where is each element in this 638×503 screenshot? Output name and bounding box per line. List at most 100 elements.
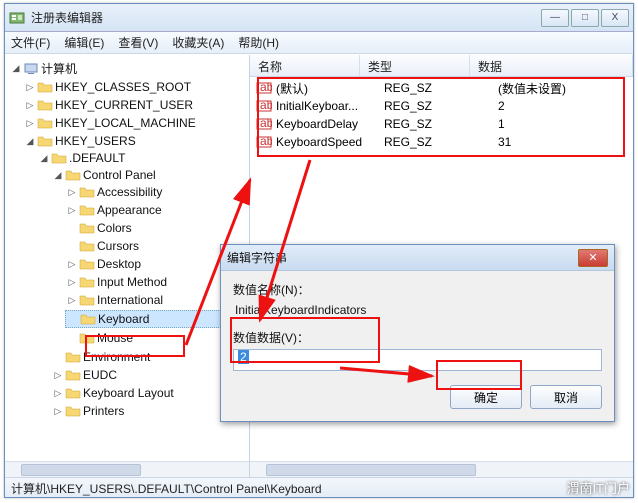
- folder-icon: [79, 221, 95, 235]
- value-data: 1: [498, 117, 627, 131]
- value-data: 31: [498, 135, 627, 149]
- svg-text:ab: ab: [260, 99, 272, 112]
- svg-text:ab: ab: [260, 81, 272, 94]
- tree-accessibility[interactable]: ▷Accessibility: [65, 184, 249, 200]
- menu-edit[interactable]: 编辑(E): [64, 34, 104, 51]
- folder-icon: [79, 331, 95, 345]
- collapse-icon[interactable]: ◢: [53, 170, 63, 180]
- string-value-icon: ab: [256, 135, 272, 149]
- window-title: 注册表编辑器: [31, 9, 541, 26]
- menu-help[interactable]: 帮助(H): [238, 34, 279, 51]
- watermark: 渭南IT门户: [566, 478, 630, 497]
- menu-view[interactable]: 查看(V): [118, 34, 158, 51]
- value-name: KeyboardDelay: [276, 117, 380, 131]
- titlebar[interactable]: 注册表编辑器 — □ X: [5, 4, 633, 32]
- value-data: 2: [498, 99, 627, 113]
- folder-icon: [79, 185, 95, 199]
- folder-icon: [79, 275, 95, 289]
- expand-icon[interactable]: ▷: [53, 370, 63, 380]
- list-hscrollbar[interactable]: [250, 461, 633, 477]
- expand-icon[interactable]: ▷: [67, 205, 77, 215]
- expand-icon[interactable]: ▷: [67, 277, 77, 287]
- tree-hscrollbar[interactable]: [5, 461, 249, 477]
- folder-icon: [65, 386, 81, 400]
- tree-controlpanel[interactable]: ◢Control Panel: [51, 167, 249, 183]
- expand-icon[interactable]: ▷: [53, 388, 63, 398]
- minimize-button[interactable]: —: [541, 9, 569, 27]
- svg-text:ab: ab: [260, 135, 272, 148]
- collapse-icon[interactable]: ◢: [11, 64, 21, 74]
- expand-icon[interactable]: ▷: [25, 118, 35, 128]
- menu-favorites[interactable]: 收藏夹(A): [172, 34, 224, 51]
- dialog-titlebar[interactable]: 编辑字符串 ✕: [221, 245, 614, 271]
- folder-icon: [79, 239, 95, 253]
- value-name: (默认): [276, 80, 380, 97]
- tree-hkcu[interactable]: ▷HKEY_CURRENT_USER: [23, 97, 249, 113]
- expand-icon[interactable]: ▷: [25, 100, 35, 110]
- data-input[interactable]: 2: [233, 349, 602, 371]
- expand-icon[interactable]: ▷: [25, 82, 35, 92]
- expand-icon[interactable]: ▷: [67, 259, 77, 269]
- list-row[interactable]: ab InitialKeyboar... REG_SZ 2: [250, 97, 633, 115]
- cancel-button[interactable]: 取消: [530, 385, 602, 409]
- value-type: REG_SZ: [384, 135, 494, 149]
- list-row[interactable]: ab KeyboardDelay REG_SZ 1: [250, 115, 633, 133]
- value-name: InitialKeyboar...: [276, 99, 380, 113]
- folder-icon: [37, 134, 53, 148]
- menubar: 文件(F) 编辑(E) 查看(V) 收藏夹(A) 帮助(H): [5, 32, 633, 54]
- expand-icon[interactable]: ▷: [53, 406, 63, 416]
- folder-icon: [80, 312, 96, 326]
- folder-icon: [79, 203, 95, 217]
- tree-pane: ◢ 计算机 ▷HKEY_CLASSES_ROOT ▷HKEY_CURRENT_U…: [5, 55, 250, 477]
- tree-hkcr[interactable]: ▷HKEY_CLASSES_ROOT: [23, 79, 249, 95]
- close-button[interactable]: X: [601, 9, 629, 27]
- expand-icon[interactable]: ▷: [67, 187, 77, 197]
- list-header: 名称 类型 数据: [250, 55, 633, 77]
- string-value-icon: ab: [256, 99, 272, 113]
- folder-icon: [37, 80, 53, 94]
- maximize-button[interactable]: □: [571, 9, 599, 27]
- computer-icon: [23, 62, 39, 76]
- col-type[interactable]: 类型: [360, 55, 470, 76]
- value-type: REG_SZ: [384, 117, 494, 131]
- tree-appearance[interactable]: ▷Appearance: [65, 202, 249, 218]
- value-type: REG_SZ: [384, 81, 494, 95]
- tree-hku[interactable]: ◢HKEY_USERS: [23, 133, 249, 149]
- collapse-icon[interactable]: ◢: [39, 153, 49, 163]
- name-value: InitialKeyboardIndicators: [233, 301, 602, 323]
- regedit-icon: [9, 10, 25, 26]
- value-name: KeyboardSpeed: [276, 135, 380, 149]
- folder-icon: [65, 350, 81, 364]
- status-path: 计算机\HKEY_USERS\.DEFAULT\Control Panel\Ke…: [11, 482, 322, 496]
- folder-icon: [65, 168, 81, 182]
- svg-text:ab: ab: [260, 117, 272, 130]
- dialog-title: 编辑字符串: [227, 249, 578, 266]
- dialog-close-button[interactable]: ✕: [578, 249, 608, 267]
- data-label: 数值数据(V)：: [233, 329, 602, 346]
- folder-icon: [65, 368, 81, 382]
- collapse-icon[interactable]: ◢: [25, 136, 35, 146]
- expand-icon[interactable]: ▷: [67, 295, 77, 305]
- value-data: (数值未设置): [498, 80, 627, 97]
- ok-button[interactable]: 确定: [450, 385, 522, 409]
- folder-icon: [37, 98, 53, 112]
- value-type: REG_SZ: [384, 99, 494, 113]
- folder-icon: [79, 257, 95, 271]
- tree-default[interactable]: ◢.DEFAULT: [37, 150, 249, 166]
- folder-icon: [65, 404, 81, 418]
- tree-colors[interactable]: ▷Colors: [65, 220, 249, 236]
- list-row[interactable]: ab (默认) REG_SZ (数值未设置): [250, 79, 633, 97]
- edit-string-dialog: 编辑字符串 ✕ 数值名称(N)： InitialKeyboardIndicato…: [220, 244, 615, 422]
- folder-icon: [51, 151, 67, 165]
- string-value-icon: ab: [256, 81, 272, 95]
- folder-icon: [79, 293, 95, 307]
- menu-file[interactable]: 文件(F): [11, 34, 50, 51]
- col-data[interactable]: 数据: [470, 55, 633, 76]
- string-value-icon: ab: [256, 117, 272, 131]
- tree-hklm[interactable]: ▷HKEY_LOCAL_MACHINE: [23, 115, 249, 131]
- col-name[interactable]: 名称: [250, 55, 360, 76]
- statusbar: 计算机\HKEY_USERS\.DEFAULT\Control Panel\Ke…: [5, 477, 633, 497]
- tree-root[interactable]: ◢ 计算机: [9, 59, 249, 78]
- list-row[interactable]: ab KeyboardSpeed REG_SZ 31: [250, 133, 633, 151]
- name-label: 数值名称(N)：: [233, 281, 602, 298]
